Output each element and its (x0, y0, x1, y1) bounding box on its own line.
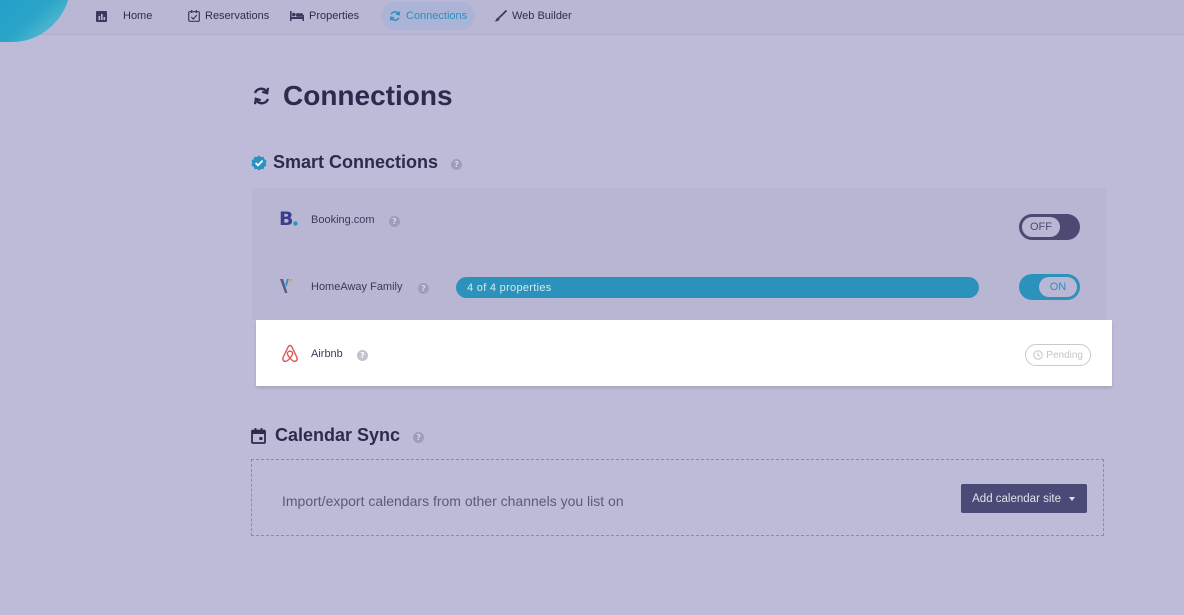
help-icon[interactable]: ? (357, 350, 368, 361)
channel-row-airbnb: Airbnb ? Pending (256, 320, 1112, 386)
toggle-label: ON (1039, 277, 1077, 297)
top-navigation-bar: Home Reservations Properties Connections (0, 0, 1184, 42)
verified-check-icon (251, 155, 267, 170)
calendar-icon (251, 427, 266, 444)
sync-icon (253, 87, 270, 105)
brush-icon (494, 10, 507, 22)
nav-item-label: Properties (309, 10, 360, 22)
channel-name: Booking.com (311, 214, 375, 226)
nav-item-reservations[interactable]: Reservations (188, 2, 269, 30)
smart-connections-panel: B Booking.com ? OFF HomeAway Family ? 4 … (252, 188, 1106, 320)
bar-chart-icon (96, 10, 107, 22)
booking-toggle[interactable]: OFF (1019, 214, 1080, 240)
calendar-sync-description: Import/export calendars from other chann… (282, 493, 624, 509)
page-title: Connections (252, 80, 453, 112)
bed-icon (290, 11, 304, 21)
sync-icon (389, 11, 401, 21)
nav-item-home[interactable]: Home (96, 2, 152, 30)
pending-status-badge: Pending (1025, 344, 1091, 366)
calendar-sync-heading: Calendar Sync ? (251, 425, 425, 446)
nav-item-label: Connections (406, 10, 468, 22)
progress-label: 4 of 4 properties (467, 281, 552, 294)
chevron-down-icon (1069, 496, 1075, 501)
page-title-text: Connections (283, 80, 453, 111)
help-icon[interactable]: ? (413, 432, 425, 443)
button-label: Add calendar site (972, 492, 1061, 505)
add-calendar-site-button[interactable]: Add calendar site (961, 484, 1087, 513)
nav-item-properties[interactable]: Properties (290, 2, 359, 30)
help-icon[interactable]: ? (389, 216, 400, 227)
smart-connections-heading: Smart Connections ? (251, 152, 463, 173)
channel-name: HomeAway Family (311, 281, 403, 293)
channel-row-booking: B Booking.com ? OFF (252, 188, 1106, 254)
toggle-label: OFF (1022, 217, 1060, 237)
nav-item-label: Home (123, 10, 153, 22)
clock-icon (1033, 350, 1043, 360)
homeaway-logo-icon (280, 279, 293, 293)
channel-name: Airbnb (311, 348, 343, 360)
nav-item-connections[interactable]: Connections (381, 2, 476, 30)
pending-label: Pending (1046, 349, 1083, 361)
properties-progress-bar: 4 of 4 properties (456, 277, 979, 298)
homeaway-toggle[interactable]: ON (1019, 274, 1080, 300)
help-icon[interactable]: ? (451, 159, 463, 170)
app-logo[interactable] (0, 0, 74, 42)
section-title-text: Calendar Sync (275, 425, 401, 445)
airbnb-logo-icon (282, 344, 298, 363)
channel-row-homeaway: HomeAway Family ? 4 of 4 properties ON (252, 254, 1106, 320)
booking-logo-icon: B (279, 209, 298, 227)
calendar-check-icon (188, 10, 200, 22)
svg-text:B: B (279, 209, 293, 227)
nav-item-label: Reservations (205, 10, 270, 22)
calendar-sync-box: Import/export calendars from other chann… (251, 459, 1104, 536)
help-icon[interactable]: ? (418, 283, 429, 294)
nav-item-label: Web Builder (512, 10, 572, 22)
nav-item-web-builder[interactable]: Web Builder (494, 2, 572, 30)
section-title-text: Smart Connections (273, 152, 439, 172)
